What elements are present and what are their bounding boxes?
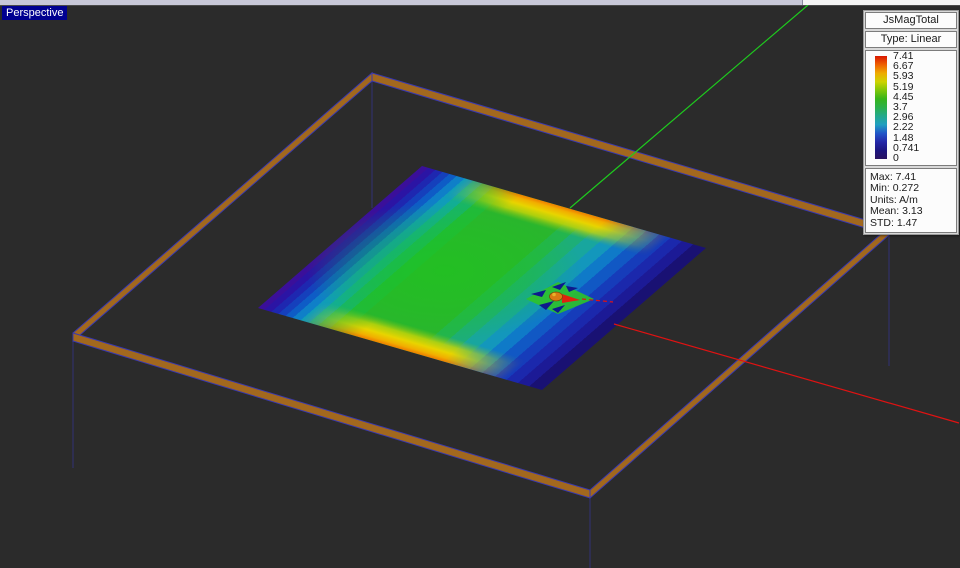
legend-scale-type: Type: Linear: [865, 31, 957, 48]
feed-probe[interactable]: [549, 291, 563, 302]
field-legend-panel[interactable]: JsMagTotal Type: Linear 7.41 6.67 5.93 5.19…: [863, 10, 959, 236]
y-axis-line: [569, 5, 809, 209]
x-axis-line: [613, 323, 960, 424]
legend-stats: Max: 7.41 Min: 0.272 Units: A/m Mean: 3.13 S…: [865, 168, 957, 234]
colorbar-tick: 0: [893, 151, 899, 164]
viewport-3d[interactable]: [0, 5, 960, 568]
feed-probe-highlight: [552, 292, 556, 297]
colorbar-tick: 1.48: [893, 131, 914, 144]
application-window: { "window": { "view_label": "Perspective…: [0, 0, 960, 568]
legend-colorbar-section: 7.41 6.67 5.93 5.19 4.45 3.7 2.96 2.22 1.48 0.741…: [865, 50, 957, 166]
colorbar-tick: 5.93: [893, 70, 914, 83]
legend-stat-line: Mean: 3.13: [870, 205, 923, 218]
legend-title: JsMagTotal: [865, 12, 957, 29]
colorbar-tick: 2.22: [893, 121, 914, 134]
legend-stat-line: STD: 1.47: [870, 216, 918, 229]
colorbar-ticks: 7.41 6.67 5.93 5.19 4.45 3.7 2.96 2.22 1.48 0.741…: [893, 51, 919, 163]
patch-current-plot[interactable]: [258, 165, 707, 390]
colorbar: [875, 56, 887, 159]
